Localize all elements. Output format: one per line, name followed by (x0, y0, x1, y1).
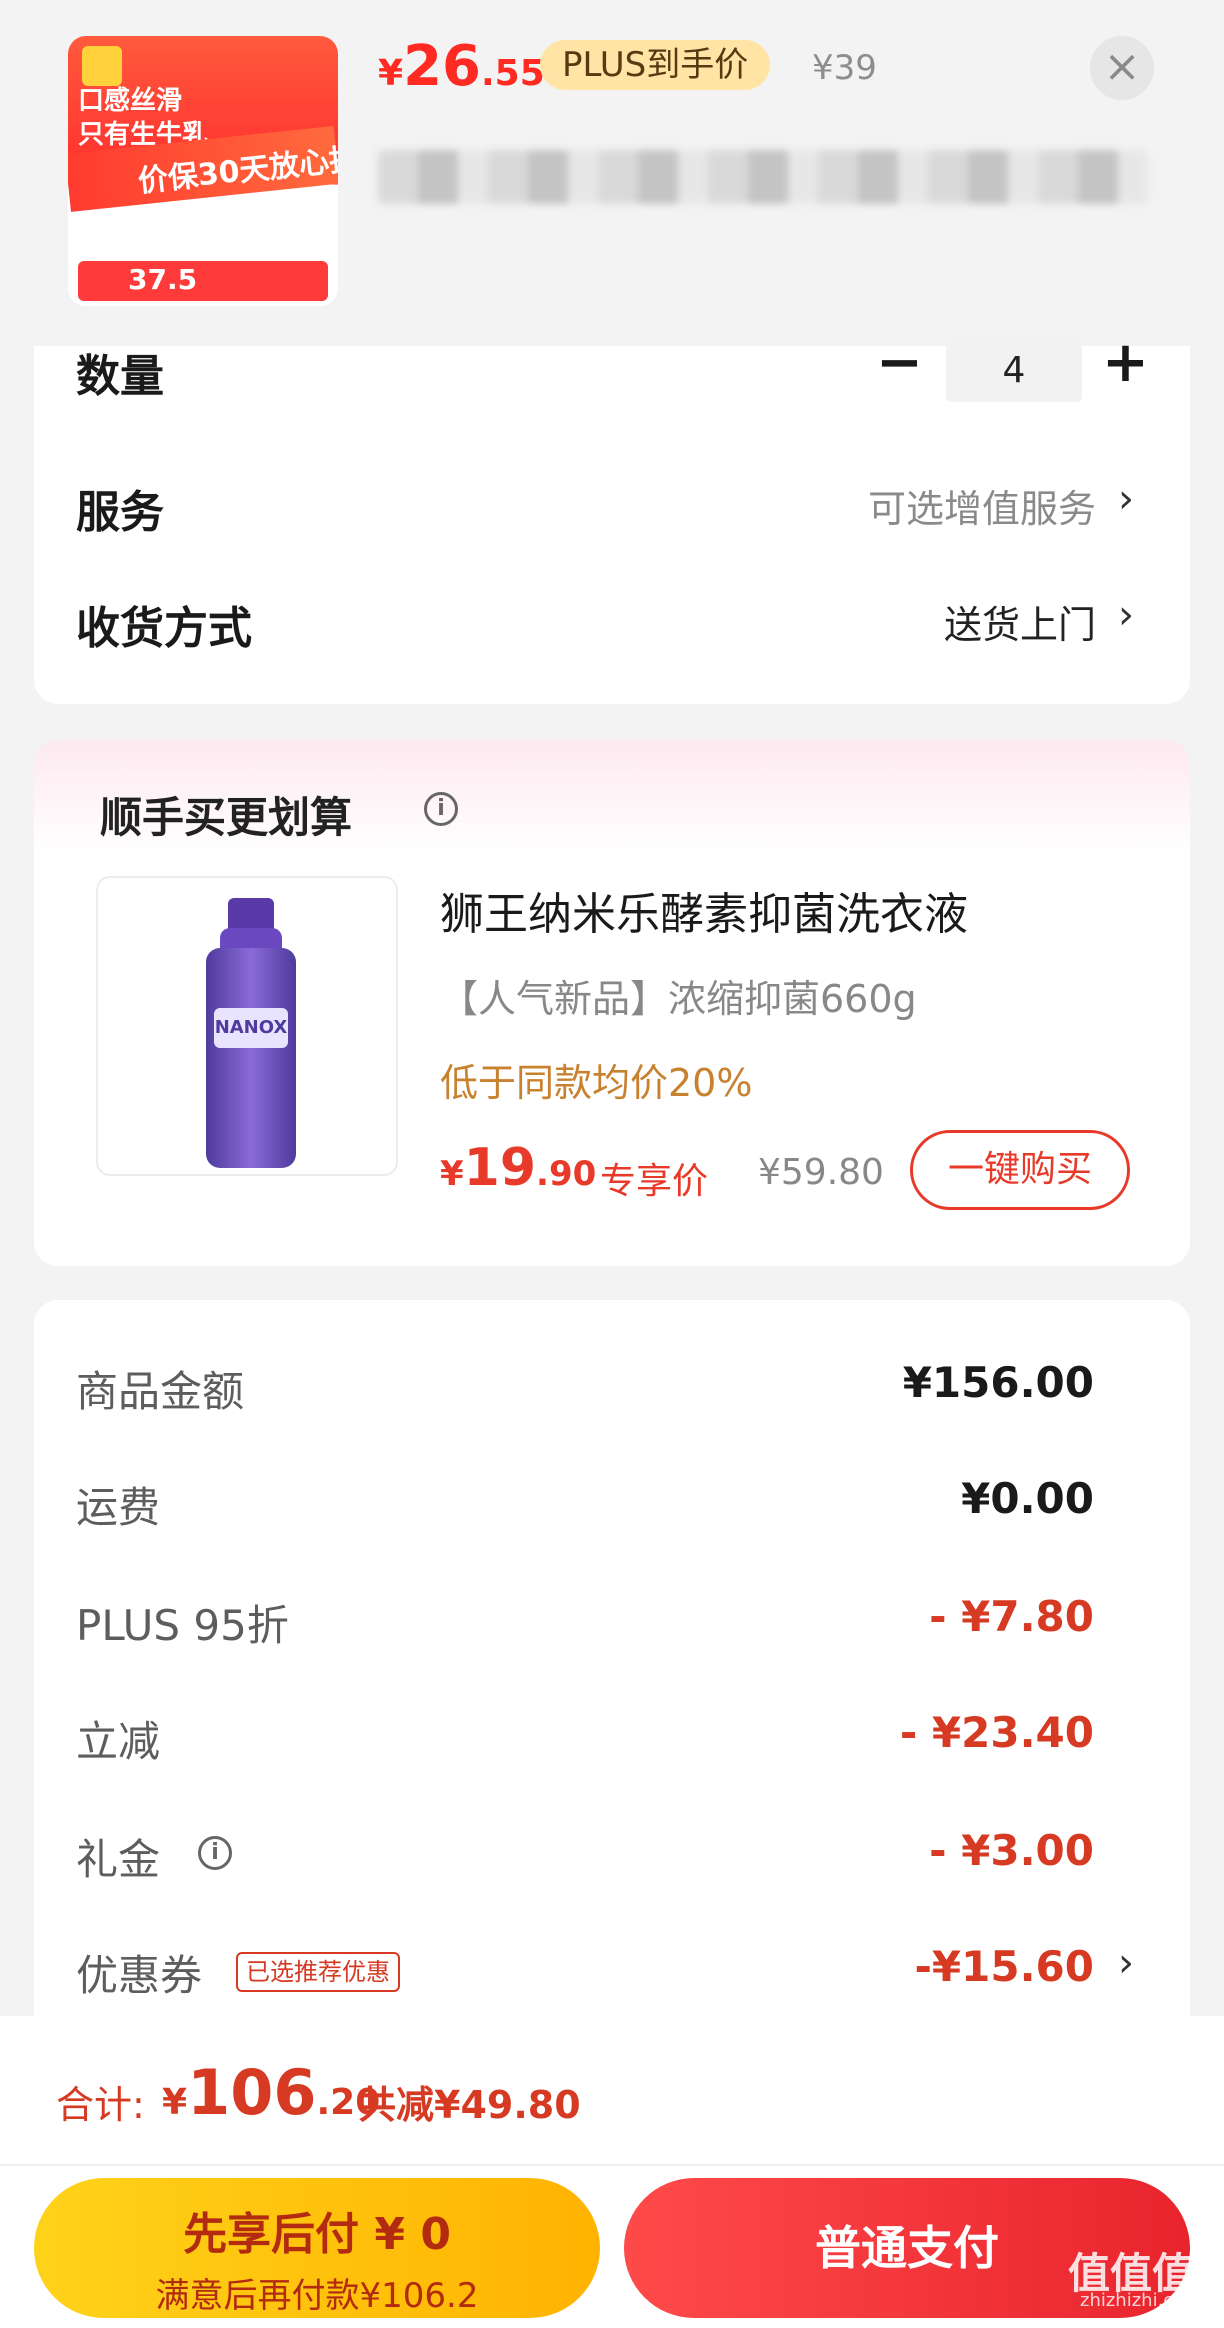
chevron-right-icon[interactable]: › (1118, 476, 1134, 522)
pay-later-button[interactable]: 先享后付 ¥ 0 满意后再付款¥106.2 (34, 2178, 600, 2318)
thumb-line-1: 口感丝滑 (78, 86, 183, 116)
summary-label-gift: 礼金 (76, 1835, 161, 1884)
addon-price-tip: 低于同款均价20% (440, 1061, 753, 1105)
addon-product-image[interactable]: NANOX (96, 876, 398, 1176)
addon-price: ¥19.90 (440, 1138, 597, 1198)
divider (0, 2164, 1224, 2166)
summary-label-goods: 商品金额 (76, 1367, 245, 1416)
quantity-input[interactable]: 4 (946, 340, 1082, 402)
coupon-recommended-badge: 已选推荐优惠 (236, 1952, 400, 1992)
addon-product-name[interactable]: 狮王纳米乐酵素抑菌洗衣液 (440, 878, 968, 942)
one-click-buy-button[interactable]: 一键购买 (910, 1130, 1130, 1210)
summary-label-shipping: 运费 (76, 1483, 161, 1532)
summary-value-discount: - ¥23.40 (899, 1708, 1094, 1757)
watermark-site: zhizhizhi.com (1080, 2290, 1202, 2311)
summary-value-plus: - ¥7.80 (929, 1592, 1094, 1641)
info-icon[interactable]: i (198, 1836, 232, 1870)
addon-product-subtitle: 【人气新品】浓缩抑菌660g (440, 977, 917, 1021)
total-label: 合计: (56, 2083, 145, 2127)
plus-price-badge: PLUS到手价 (540, 40, 771, 90)
close-icon[interactable]: × (1090, 36, 1154, 100)
service-value[interactable]: 可选增值服务 (868, 478, 1096, 533)
summary-label-coupon: 优惠券 (76, 1951, 203, 2000)
service-label: 服务 (76, 487, 164, 538)
blurred-product-title (378, 150, 1148, 204)
info-icon[interactable]: i (424, 792, 458, 826)
summary-label-discount: 立减 (76, 1717, 161, 1766)
thumb-price: 37.5 (78, 261, 328, 301)
quantity-plus-button[interactable]: + (1102, 330, 1149, 395)
total-savings: 共减¥49.80 (358, 2083, 581, 2127)
exclusive-price-label: 专享价 (600, 1161, 709, 1202)
summary-value-gift: - ¥3.00 (929, 1826, 1094, 1875)
product-thumbnail: 口感丝滑 只有生牛乳 价保30天放心抢 37.5 (68, 36, 338, 306)
chevron-right-icon[interactable]: › (1118, 592, 1134, 638)
quantity-label: 数量 (76, 351, 164, 402)
delivery-label: 收货方式 (76, 603, 252, 654)
header-price: ¥26.55 (378, 34, 545, 99)
delivery-value[interactable]: 送货上门 (944, 594, 1096, 649)
total-price: ¥106.20 (162, 2056, 381, 2129)
brand-logo-icon (82, 46, 122, 86)
header-original-price: ¥39 (812, 48, 877, 88)
addon-title: 顺手买更划算 (100, 793, 353, 842)
chevron-right-icon[interactable]: › (1118, 1940, 1134, 1986)
quantity-minus-button[interactable]: − (876, 330, 923, 395)
summary-label-plus: PLUS 95折 (76, 1601, 289, 1650)
addon-original-price: ¥59.80 (758, 1152, 884, 1193)
detergent-bottle-icon: NANOX (206, 898, 296, 1168)
summary-value-goods: ¥156.00 (902, 1358, 1094, 1407)
summary-value-shipping: ¥0.00 (961, 1474, 1094, 1523)
summary-value-coupon[interactable]: -¥15.60 (914, 1942, 1094, 1991)
